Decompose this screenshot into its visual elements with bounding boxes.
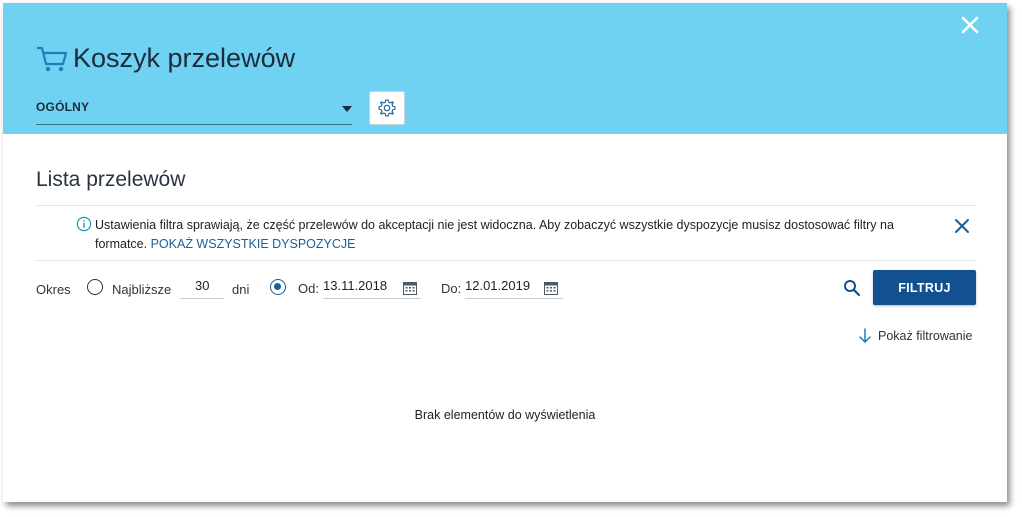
header: Koszyk przelewów OGÓLNY [3, 3, 1007, 134]
empty-state-message: Brak elementów do wyświetlenia [414, 408, 596, 422]
chevron-down-icon [342, 106, 352, 112]
calendar-icon[interactable] [403, 281, 417, 295]
transfer-basket-window: Koszyk przelewów OGÓLNY Lista przelewów … [3, 3, 1007, 502]
date-from-value: 13.11.2018 [323, 278, 388, 293]
basket-type-select[interactable]: OGÓLNY [36, 95, 352, 125]
radio-date-range[interactable] [270, 279, 286, 295]
period-label: Okres [36, 282, 71, 297]
title-row: Koszyk przelewów [35, 43, 295, 74]
section-title: Lista przelewów [36, 168, 186, 191]
cart-icon [37, 46, 68, 71]
to-label: Do: [441, 281, 462, 296]
radio-nearest[interactable] [87, 279, 103, 295]
close-icon[interactable] [954, 218, 970, 234]
select-value: OGÓLNY [36, 100, 90, 114]
days-label: dni [232, 282, 250, 297]
date-to-value: 12.01.2019 [465, 278, 531, 293]
notice-text: Ustawienia filtra sprawiają, że część pr… [95, 216, 935, 254]
filter-button[interactable]: FILTRUJ [873, 270, 976, 305]
close-icon[interactable] [958, 13, 982, 37]
show-all-link[interactable]: POKAŻ WSZYSTKIE DYSPOZYCJE [151, 237, 356, 251]
page-title: Koszyk przelewów [73, 43, 296, 73]
nearest-days-value: 30 [195, 278, 210, 293]
gear-icon [378, 99, 396, 117]
info-icon [76, 216, 92, 232]
settings-button[interactable] [369, 91, 405, 125]
search-icon[interactable] [843, 279, 861, 297]
calendar-icon[interactable] [544, 281, 558, 295]
from-label: Od: [298, 281, 319, 296]
arrow-down-icon [859, 328, 871, 343]
show-filtering-label: Pokaż filtrowanie [878, 329, 973, 343]
nearest-label: Najbliższe [112, 282, 172, 297]
filters-bar: Okres Najbliższe 30 dni Od: 13.11.2018 D… [3, 265, 1007, 315]
filter-notice: Ustawienia filtra sprawiają, że część pr… [36, 205, 976, 261]
show-filtering-toggle[interactable]: Pokaż filtrowanie [858, 328, 973, 344]
nearest-days-input[interactable]: 30 [180, 274, 224, 299]
